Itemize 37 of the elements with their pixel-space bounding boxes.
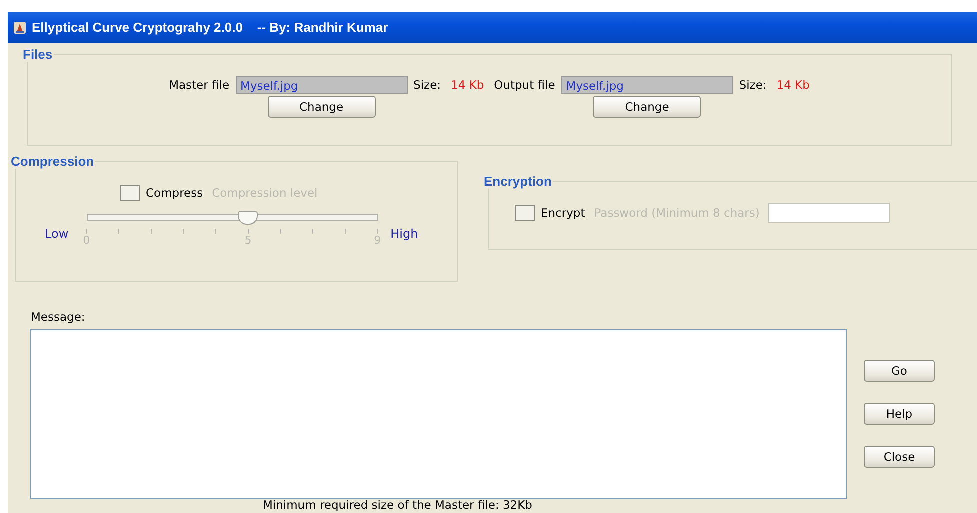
tick-mark [215,229,216,234]
window-title: Ellyptical Curve Cryptograhy 2.0.0 -- By: Randhir Kumar [32,20,388,35]
file-label: Master file [169,78,230,92]
dialog-button[interactable]: Go [864,360,935,382]
status-text: Minimum required size of the Master file: 32Kb [263,499,534,512]
tick-mark [248,229,249,234]
change-button[interactable]: Change [268,96,376,118]
checkbox-label: Compress [146,186,204,200]
tick-mark [377,229,378,234]
change-button[interactable]: Change [593,96,702,118]
size-label: Size: [414,78,442,92]
low-label: Low [45,227,69,241]
tick-mark [183,229,184,234]
high-label: High [390,227,418,241]
checkbox-label: Encrypt [541,206,586,220]
group-title: Compression [10,154,96,169]
compress-checkbox[interactable] [120,185,140,201]
dialog-button[interactable]: Help [864,403,935,425]
message-label: Message: [31,310,86,324]
size-value: 14 Kb [450,78,484,92]
tick-mark [280,229,282,234]
size-label: Size: [739,78,767,92]
tick-mark [312,229,314,234]
file-name-field[interactable]: Myself.jpg [236,76,408,94]
size-value: 14 Kb [776,78,810,92]
tick-mark [118,229,120,234]
tick-mark [86,229,88,234]
file-name-field[interactable]: Myself.jpg [561,76,734,94]
tick-mark [150,229,152,234]
group-title: Files [22,47,54,62]
encrypt-checkbox[interactable] [515,205,535,221]
tick-mark [344,229,346,234]
group-title: Encryption [483,174,553,189]
file-label: Output file [494,78,556,92]
dialog-button[interactable]: Close [864,446,935,468]
app-icon [13,20,27,34]
password-field[interactable] [768,203,890,223]
